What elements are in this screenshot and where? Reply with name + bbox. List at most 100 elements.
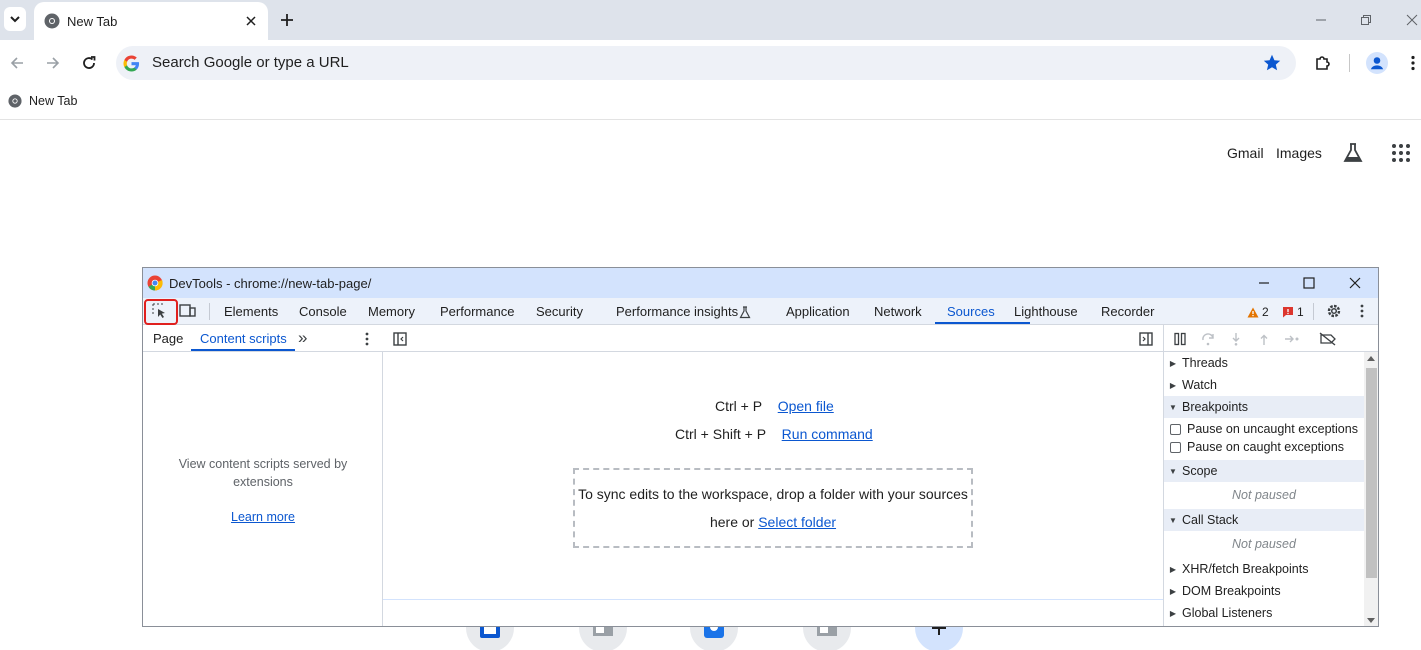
forward-button[interactable] — [42, 52, 64, 74]
toggle-navigator-button[interactable] — [391, 330, 409, 348]
debugger-sidebar: ▶ Threads ▶ Watch ▼ Breakpoints Pause on… — [1163, 325, 1378, 626]
chrome-icon — [8, 94, 22, 108]
select-folder-link[interactable]: Select folder — [758, 514, 836, 530]
avatar-icon — [1366, 52, 1388, 74]
tab-close-button[interactable] — [242, 12, 260, 30]
tab-performance-insights[interactable]: Performance insights — [616, 304, 738, 319]
toggle-debugger-button[interactable] — [1137, 330, 1155, 348]
bookmark-star-icon[interactable] — [1262, 53, 1282, 73]
step-icon — [1285, 335, 1299, 343]
scroll-down-icon — [1367, 618, 1375, 623]
content-scripts-empty-text: View content scripts served by extension… — [178, 457, 348, 489]
browser-menu-button[interactable] — [1402, 52, 1421, 74]
devtools-minimize-button[interactable] — [1255, 274, 1273, 292]
gear-icon — [1327, 304, 1341, 318]
tab-elements[interactable]: Elements — [224, 304, 278, 319]
navigator-tab-content-scripts[interactable]: Content scripts — [200, 331, 287, 346]
section-global-listeners[interactable]: ▶ Global Listeners — [1164, 602, 1364, 624]
errors-badge[interactable]: 1 — [1282, 305, 1304, 319]
tab-recorder[interactable]: Recorder — [1101, 304, 1154, 319]
section-threads-label: Threads — [1182, 356, 1228, 370]
section-breakpoints[interactable]: ▼ Breakpoints — [1164, 396, 1364, 418]
navigator-active-indicator — [191, 349, 295, 351]
images-link[interactable]: Images — [1276, 145, 1322, 161]
devtools-menu-button[interactable] — [1351, 301, 1373, 321]
learn-more-link[interactable]: Learn more — [143, 510, 383, 524]
section-call-stack[interactable]: ▼ Call Stack — [1164, 509, 1364, 531]
tab-lighthouse[interactable]: Lighthouse — [1014, 304, 1078, 319]
expand-arrow-icon: ▶ — [1169, 608, 1177, 618]
tab-sources[interactable]: Sources — [947, 304, 995, 319]
warnings-count: 2 — [1262, 305, 1269, 319]
tab-console[interactable]: Console — [299, 304, 347, 319]
profile-button[interactable] — [1366, 52, 1388, 74]
reload-button[interactable] — [78, 52, 100, 74]
kebab-menu-icon — [1411, 55, 1415, 71]
pause-uncaught-checkbox[interactable] — [1170, 423, 1181, 435]
active-tab-indicator — [935, 322, 1030, 324]
labs-button[interactable] — [1342, 141, 1364, 165]
inspect-element-button[interactable] — [149, 301, 171, 321]
tab-security[interactable]: Security — [536, 304, 583, 319]
devtools-close-button[interactable] — [1346, 274, 1364, 292]
close-icon — [246, 16, 256, 26]
step-out-button[interactable] — [1254, 329, 1274, 349]
step-button[interactable] — [1282, 329, 1302, 349]
section-scope[interactable]: ▼ Scope — [1164, 460, 1364, 482]
maximize-icon — [1303, 277, 1315, 289]
run-command-row: Ctrl + Shift + P Run command — [675, 426, 873, 442]
section-threads[interactable]: ▶ Threads — [1164, 352, 1364, 374]
section-xhr-breakpoints[interactable]: ▶ XHR/fetch Breakpoints — [1164, 558, 1364, 580]
pause-caught-row[interactable]: Pause on caught exceptions — [1170, 440, 1344, 454]
arrow-left-icon — [10, 57, 23, 69]
browser-toolbar: Search Google or type a URL — [0, 40, 1421, 86]
pause-caught-checkbox[interactable] — [1170, 441, 1181, 453]
section-watch[interactable]: ▶ Watch — [1164, 374, 1364, 396]
navigator-menu-button[interactable] — [363, 330, 371, 348]
error-icon — [1283, 307, 1293, 318]
google-g-icon — [123, 55, 140, 72]
tab-performance[interactable]: Performance — [440, 304, 514, 319]
collapse-arrow-icon: ▼ — [1169, 466, 1177, 476]
section-dom-label: DOM Breakpoints — [1182, 584, 1281, 598]
scrollbar-thumb[interactable] — [1366, 368, 1377, 578]
settings-button[interactable] — [1323, 301, 1345, 321]
tab-memory[interactable]: Memory — [368, 304, 415, 319]
browser-tab-new-tab[interactable]: New Tab — [34, 2, 268, 40]
run-command-link[interactable]: Run command — [782, 426, 873, 442]
tab-application[interactable]: Application — [786, 304, 850, 319]
devtools-maximize-button[interactable] — [1300, 274, 1318, 292]
breakpoint-off-icon — [1319, 332, 1336, 346]
step-into-button[interactable] — [1226, 329, 1246, 349]
minimize-button[interactable] — [1311, 10, 1331, 30]
sources-navigator: Page Content scripts » View content scri… — [143, 325, 383, 626]
pause-uncaught-row[interactable]: Pause on uncaught exceptions — [1170, 422, 1358, 436]
step-over-button[interactable] — [1198, 329, 1218, 349]
new-tab-button[interactable] — [276, 9, 298, 31]
open-file-shortcut: Ctrl + P — [715, 398, 762, 414]
pause-caught-label: Pause on caught exceptions — [1187, 440, 1345, 454]
device-toolbar-button[interactable] — [177, 301, 199, 321]
back-button[interactable] — [6, 52, 28, 74]
deactivate-breakpoints-button[interactable] — [1318, 329, 1338, 349]
expand-arrow-icon: ▶ — [1169, 358, 1177, 368]
gmail-link[interactable]: Gmail — [1227, 145, 1264, 161]
omnibox[interactable]: Search Google or type a URL — [116, 46, 1296, 80]
debugger-scrollbar[interactable] — [1364, 352, 1378, 626]
section-dom-breakpoints[interactable]: ▶ DOM Breakpoints — [1164, 580, 1364, 602]
pause-button[interactable] — [1170, 329, 1190, 349]
open-file-link[interactable]: Open file — [778, 398, 834, 414]
close-window-button[interactable] — [1402, 10, 1421, 30]
run-command-shortcut: Ctrl + Shift + P — [675, 426, 766, 442]
extensions-button[interactable] — [1312, 52, 1334, 74]
scroll-up-icon — [1367, 356, 1375, 361]
restore-button[interactable] — [1356, 10, 1376, 30]
tab-network[interactable]: Network — [874, 304, 922, 319]
tab-search-button[interactable] — [4, 7, 26, 31]
restore-icon — [1361, 15, 1371, 25]
navigator-tab-page[interactable]: Page — [153, 331, 183, 346]
more-tabs-button[interactable]: » — [298, 328, 307, 348]
workspace-dropzone[interactable]: To sync edits to the workspace, drop a f… — [573, 468, 973, 548]
warnings-badge[interactable]: 2 — [1247, 305, 1269, 319]
google-apps-button[interactable] — [1391, 143, 1411, 163]
